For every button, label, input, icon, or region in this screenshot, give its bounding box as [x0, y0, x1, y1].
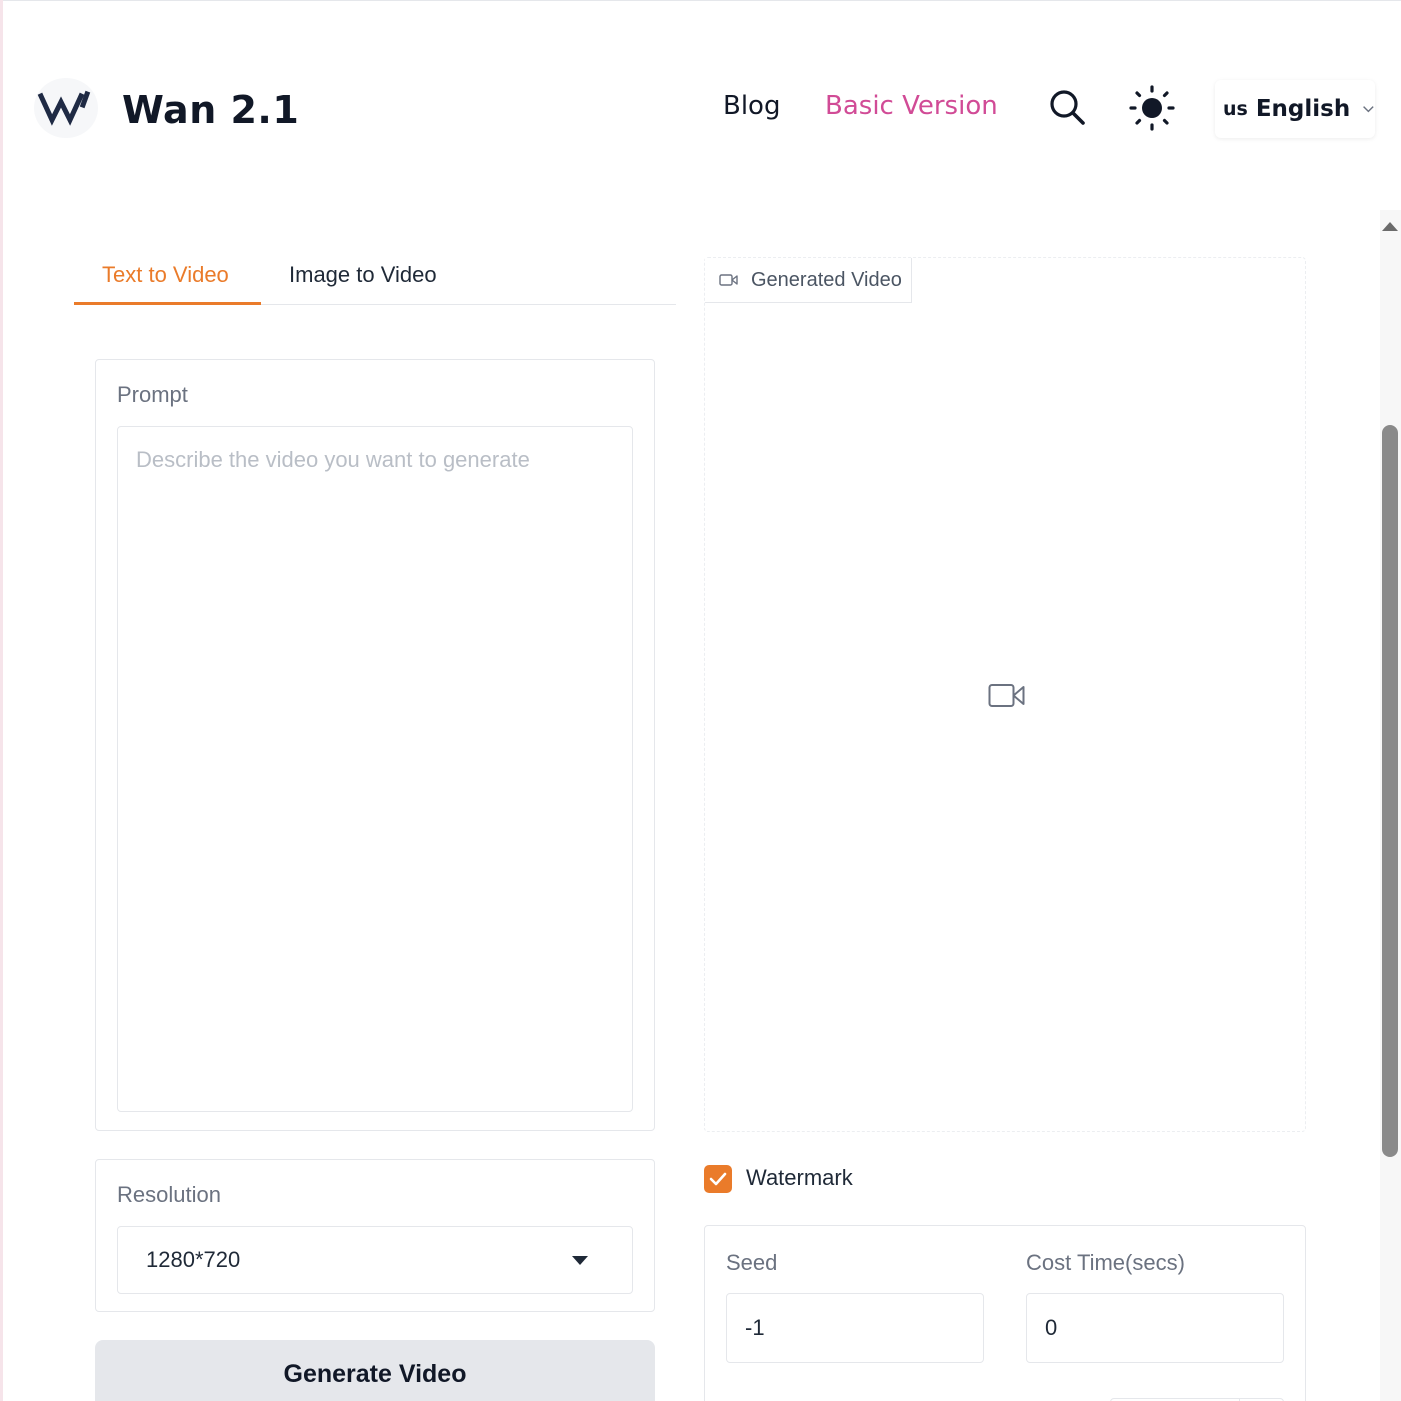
caret-down-icon	[572, 1255, 588, 1265]
seed-input[interactable]	[726, 1293, 984, 1363]
left-border	[0, 0, 3, 1401]
prompt-label: Prompt	[117, 382, 188, 407]
watermark-label: Watermark	[746, 1165, 853, 1190]
language-label: English	[1255, 96, 1351, 122]
search-icon	[1050, 90, 1085, 125]
video-camera-icon	[988, 684, 1025, 707]
generated-video-label: Generated Video	[751, 268, 902, 291]
tab-text-to-video[interactable]: Text to Video	[102, 262, 229, 288]
nav-link-blog[interactable]: Blog	[723, 91, 780, 121]
scroll-up-arrow[interactable]	[1382, 222, 1398, 231]
resolution-label: Resolution	[117, 1182, 221, 1207]
theme-toggle-button[interactable]	[1128, 85, 1176, 131]
prompt-panel: Prompt	[95, 359, 655, 1131]
generated-video-panel: Generated Video	[704, 257, 1306, 1132]
generated-video-tab: Generated Video	[705, 258, 912, 303]
resolution-dropdown[interactable]: 1280*720	[117, 1226, 633, 1294]
seed-label: Seed	[726, 1250, 778, 1275]
top-border	[0, 0, 1401, 1]
resolution-panel: Resolution 1280*720	[95, 1159, 655, 1312]
brand-logo-icon[interactable]	[34, 78, 98, 138]
cost-time-input	[1026, 1293, 1284, 1363]
chevron-down-icon	[1363, 106, 1374, 113]
generate-video-button[interactable]: Generate Video	[95, 1340, 655, 1401]
nav-link-basic-version[interactable]: Basic Version	[825, 91, 998, 121]
seed-cost-panel: Seed Cost Time(secs)	[704, 1225, 1306, 1401]
cost-time-label: Cost Time(secs)	[1026, 1250, 1185, 1275]
watermark-checkbox[interactable]	[704, 1165, 732, 1193]
search-button[interactable]	[1045, 85, 1089, 129]
checkmark-icon	[709, 1172, 727, 1186]
brand-name[interactable]: Wan 2.1	[122, 88, 299, 132]
sun-icon	[1129, 85, 1175, 131]
scrollbar-thumb[interactable]	[1382, 425, 1398, 1157]
language-selector[interactable]: us English	[1215, 80, 1375, 138]
resolution-value: 1280*720	[146, 1247, 241, 1272]
prompt-input[interactable]	[117, 426, 633, 1112]
active-tab-indicator	[74, 302, 261, 305]
tab-image-to-video[interactable]: Image to Video	[289, 262, 437, 288]
video-camera-icon	[719, 274, 738, 286]
flag-us: us	[1223, 98, 1248, 120]
